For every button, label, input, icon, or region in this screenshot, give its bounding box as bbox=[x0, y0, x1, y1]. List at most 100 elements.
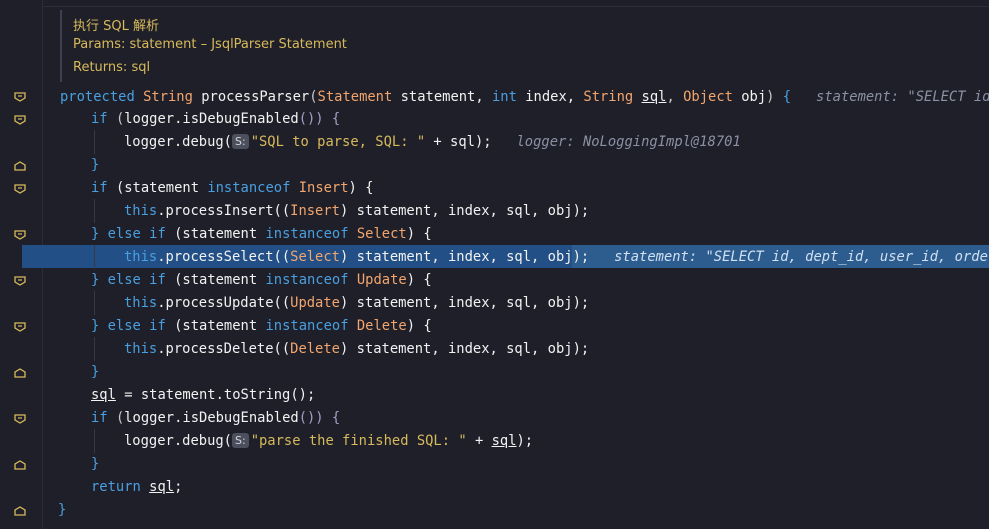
fold-marker-icon[interactable] bbox=[14, 322, 26, 332]
param-name: statement, bbox=[400, 89, 484, 105]
expression-rest: ) statement, index, sql, obj); bbox=[339, 295, 590, 311]
type-name: Update bbox=[356, 272, 407, 288]
indent-guide bbox=[94, 291, 95, 315]
code-editor[interactable]: 执行 SQL 解析 Params: statement – JsqlParser… bbox=[0, 0, 989, 529]
javadoc-params: Params: statement – JsqlParser Statement bbox=[73, 37, 347, 52]
keyword-instanceof: instanceof bbox=[265, 272, 349, 288]
code-line[interactable]: if (logger.isDebugEnabled()) { bbox=[91, 108, 340, 131]
type-name: Update bbox=[290, 295, 340, 311]
keyword-if: if bbox=[91, 111, 108, 127]
fold-end-marker-icon[interactable] bbox=[14, 460, 26, 470]
closing-brace: } bbox=[58, 502, 67, 518]
fold-end-marker-icon[interactable] bbox=[14, 506, 26, 516]
code-line-current-execution[interactable]: this.processSelect((Select) statement, i… bbox=[124, 246, 989, 269]
string-literal: "SQL to parse, SQL: " bbox=[250, 134, 426, 150]
keyword-this: this bbox=[124, 341, 158, 357]
code-line[interactable]: this.processDelete((Delete) statement, i… bbox=[124, 338, 589, 361]
keyword-protected: protected bbox=[60, 89, 135, 105]
type-name: Delete bbox=[356, 318, 407, 334]
fold-marker-icon[interactable] bbox=[14, 276, 26, 286]
code-line-method-signature[interactable]: protected String processParser(Statement… bbox=[60, 86, 989, 109]
code-line[interactable]: } else if (statement instanceof Delete) … bbox=[91, 315, 432, 338]
javadoc-params-label: Params: bbox=[73, 37, 126, 52]
method-name: processParser bbox=[201, 89, 310, 105]
inline-debug-hint: statement: "SELECT id, dept_id, user_id,… bbox=[816, 89, 989, 105]
expression-rest: ); bbox=[516, 433, 534, 449]
code-line[interactable]: if (logger.isDebugEnabled()) { bbox=[91, 407, 340, 430]
code-line[interactable]: if (statement instanceof Insert) { bbox=[91, 177, 373, 200]
param-name-badge: S: bbox=[231, 134, 249, 149]
closing-brace: } bbox=[91, 272, 108, 288]
string-literal: "parse the finished SQL: " bbox=[250, 433, 467, 449]
param-type: int bbox=[492, 89, 517, 105]
call-expression: .processSelect(( bbox=[157, 249, 291, 265]
expression-rest: ) { bbox=[348, 180, 374, 196]
type-name: Delete bbox=[290, 341, 340, 357]
indent-guide bbox=[94, 199, 95, 223]
javadoc-param-name: statement bbox=[129, 37, 197, 52]
param-name: sql bbox=[641, 89, 667, 105]
code-line[interactable]: sql = statement.toString(); bbox=[91, 384, 315, 407]
code-line[interactable]: this.processUpdate((Update) statement, i… bbox=[124, 292, 589, 315]
param-type: Statement bbox=[317, 89, 393, 105]
type-name: Select bbox=[290, 249, 340, 265]
code-line[interactable]: return sql; bbox=[91, 476, 182, 499]
keyword-this: this bbox=[124, 249, 158, 265]
fold-marker-icon[interactable] bbox=[14, 184, 26, 194]
return-type: String bbox=[143, 89, 193, 105]
operator: + bbox=[466, 433, 492, 449]
code-line[interactable]: } bbox=[91, 154, 99, 177]
param-name-badge: S: bbox=[231, 433, 249, 448]
indent-guide bbox=[94, 130, 95, 154]
fold-end-marker-icon[interactable] bbox=[14, 368, 26, 378]
code-line[interactable]: } else if (statement instanceof Update) … bbox=[91, 269, 432, 292]
type-name: Insert bbox=[298, 180, 349, 196]
param-name: obj bbox=[741, 89, 767, 105]
code-line[interactable]: this.processInsert((Insert) statement, i… bbox=[124, 200, 589, 223]
expression-rest: ()) { bbox=[298, 410, 341, 426]
keyword-else-if: else if bbox=[107, 226, 166, 242]
expression: (statement bbox=[165, 318, 266, 334]
fold-marker-icon[interactable] bbox=[14, 115, 26, 125]
variable-sql: sql bbox=[491, 433, 517, 449]
expression-rest: ; bbox=[174, 479, 183, 495]
code-line[interactable]: } bbox=[58, 499, 66, 522]
call-expression: logger.debug( bbox=[124, 433, 232, 449]
fold-marker-icon[interactable] bbox=[14, 92, 26, 102]
javadoc-title: 执行 SQL 解析 bbox=[73, 19, 159, 34]
closing-brace: } bbox=[91, 157, 100, 173]
keyword-instanceof: instanceof bbox=[265, 226, 349, 242]
code-line[interactable]: logger.debug(S: "SQL to parse, SQL: " + s… bbox=[124, 131, 741, 154]
closing-brace: } bbox=[91, 456, 100, 472]
fold-marker-icon[interactable] bbox=[14, 414, 26, 424]
keyword-if: if bbox=[91, 180, 108, 196]
param-type: Object bbox=[683, 89, 733, 105]
javadoc-returns-value: sql bbox=[131, 60, 151, 75]
closing-brace: } bbox=[91, 226, 108, 242]
expression-rest: ) statement, index, sql, obj); bbox=[339, 203, 590, 219]
rendered-javadoc: 执行 SQL 解析 Params: statement – JsqlParser… bbox=[60, 10, 989, 82]
call-expression: .processDelete(( bbox=[157, 341, 291, 357]
expression: logger.isDebugEnabled bbox=[124, 111, 299, 127]
keyword-return: return bbox=[91, 479, 141, 495]
code-line[interactable]: logger.debug(S: "parse the finished SQL: … bbox=[124, 430, 533, 453]
expression: (statement bbox=[165, 226, 266, 242]
fold-marker-icon[interactable] bbox=[14, 230, 26, 240]
code-line[interactable]: } else if (statement instanceof Select) … bbox=[91, 223, 432, 246]
code-line[interactable]: } bbox=[91, 361, 99, 384]
expression-rest: ()) { bbox=[298, 111, 341, 127]
code-line[interactable]: } bbox=[91, 453, 99, 476]
keyword-this: this bbox=[124, 295, 158, 311]
fold-end-marker-icon[interactable] bbox=[14, 161, 26, 171]
keyword-instanceof: instanceof bbox=[265, 318, 349, 334]
inline-debug-hint: logger: NoLoggingImpl@18701 bbox=[516, 134, 741, 150]
call-expression: logger.debug( bbox=[124, 134, 232, 150]
variable-sql: sql bbox=[149, 479, 175, 495]
indent-guide bbox=[94, 337, 95, 361]
javadoc-returns-label: Returns: bbox=[73, 60, 128, 75]
javadoc-returns: Returns: sql bbox=[73, 60, 150, 75]
param-name: index, bbox=[525, 89, 576, 105]
indent-guide bbox=[94, 429, 95, 453]
expression: (statement bbox=[165, 272, 266, 288]
indent-guide bbox=[94, 245, 95, 269]
